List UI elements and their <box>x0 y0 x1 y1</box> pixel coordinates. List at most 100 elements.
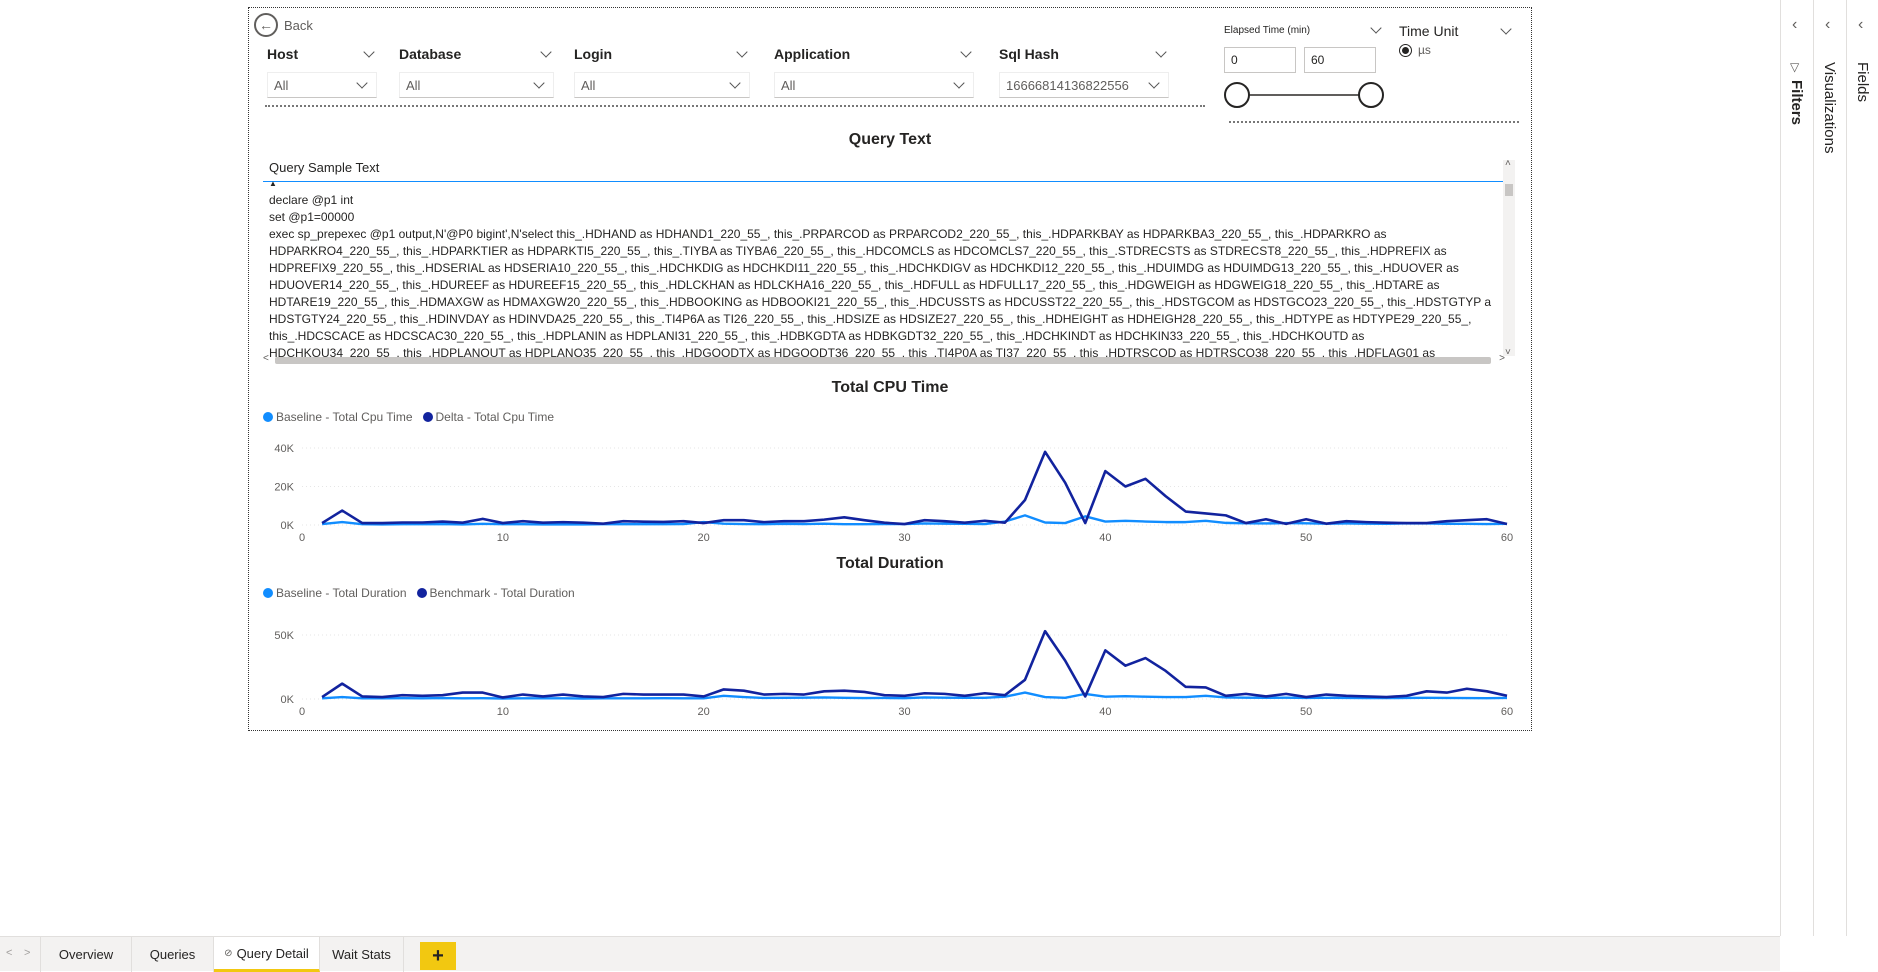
chevron-down-icon[interactable] <box>1370 22 1382 34</box>
elapsed-time-slicer[interactable]: Elapsed Time (min) 0 60 <box>1224 22 1384 108</box>
fields-pane-label[interactable]: Fields <box>1854 62 1871 102</box>
back-button[interactable]: ← Back <box>254 13 313 37</box>
cpu-chart-legend: Baseline - Total Cpu Time Delta - Total … <box>263 410 558 424</box>
query-text-body: declare @p1 int set @p1=00000 exec sp_prep… <box>269 192 1501 358</box>
x-tick-label: 0 <box>299 532 305 544</box>
tab-label: Overview <box>58 947 114 962</box>
column-header[interactable]: Query Sample Text <box>263 160 1515 182</box>
radio-selected-icon[interactable] <box>1399 43 1412 57</box>
chevron-left-icon[interactable]: ‹ <box>1858 16 1863 34</box>
legend-label: Baseline - Total Duration <box>276 586 407 600</box>
y-tick-label: 0K <box>281 694 295 706</box>
duration-chart-legend: Baseline - Total Duration Benchmark - To… <box>263 586 579 600</box>
horizontal-scrollbar[interactable] <box>275 357 1491 364</box>
elapsed-range-slider[interactable] <box>1224 82 1384 108</box>
chevron-left-icon[interactable]: ‹ <box>1792 16 1797 34</box>
chevron-down-icon[interactable] <box>540 46 552 58</box>
legend-item[interactable]: Benchmark - Total Duration <box>416 586 575 600</box>
scroll-right-icon[interactable]: > <box>1499 353 1505 364</box>
x-tick-label: 50 <box>1300 532 1312 544</box>
legend-item[interactable]: Baseline - Total Duration <box>263 586 407 600</box>
filters-pane[interactable]: ‹ ▽ Filters <box>1780 0 1813 936</box>
login-dropdown[interactable]: All <box>574 72 750 98</box>
sql-hash-dropdown[interactable]: 16666814136822556 <box>999 72 1169 98</box>
chevron-down-icon <box>1148 77 1160 89</box>
tab-overview[interactable]: Overview <box>40 937 132 972</box>
chevron-down-icon[interactable] <box>960 46 972 58</box>
elapsed-max-input[interactable]: 60 <box>1304 47 1376 73</box>
legend-label: Benchmark - Total Duration <box>429 586 575 600</box>
tab-label: Queries <box>149 947 196 962</box>
series-line <box>321 450 1508 526</box>
query-text-line: HDTARE19_220_55_, this_.HDMAXGW as HDMAX… <box>269 295 1492 309</box>
vertical-scrollbar[interactable]: ˄ ˅ <box>1503 158 1515 358</box>
chevron-left-icon[interactable]: ‹ <box>1825 16 1830 34</box>
legend-item[interactable]: Delta - Total Cpu Time <box>422 410 554 424</box>
query-text-line: this_.HDCSCACE as HDCSCAC30_220_55_, thi… <box>269 329 1365 343</box>
legend-baseline-dot <box>263 588 273 598</box>
scroll-up-icon[interactable]: ˄ <box>1505 158 1511 169</box>
x-tick-label: 20 <box>698 706 710 718</box>
chevron-down-icon[interactable] <box>1500 23 1512 35</box>
query-text-line: HDUOVER14_220_55_, this_.HDUREEF as HDUR… <box>269 278 1440 292</box>
query-text-table: Query Sample Text ▲ declare @p1 int set @… <box>263 158 1515 364</box>
legend-benchmark-dot <box>416 588 427 598</box>
tab-wait-stats[interactable]: Wait Stats <box>320 937 404 972</box>
x-tick-label: 50 <box>1300 706 1312 718</box>
host-dropdown[interactable]: All <box>267 72 377 98</box>
chevron-down-icon <box>356 77 368 89</box>
x-tick-label: 0 <box>299 706 305 718</box>
cpu-line-chart[interactable]: 0K 20K 40K 0 10 20 30 40 50 60 <box>249 428 1533 553</box>
x-tick-label: 60 <box>1501 532 1513 544</box>
filters-pane-label[interactable]: Filters <box>1788 80 1805 125</box>
tab-prev-icon[interactable]: < <box>6 947 12 959</box>
query-text-line: exec sp_prepexec @p1 output,N'@P0 bigint… <box>269 227 1387 241</box>
visualizations-pane-label[interactable]: Visualizations <box>1821 62 1838 153</box>
chevron-down-icon[interactable] <box>1155 46 1167 58</box>
chevron-down-icon[interactable] <box>736 46 748 58</box>
x-tick-label: 10 <box>497 706 509 718</box>
cpu-chart-title: Total CPU Time <box>831 379 949 396</box>
fields-pane[interactable]: ‹ Fields <box>1846 0 1878 936</box>
sort-up-icon[interactable]: ▲ <box>269 179 277 188</box>
scroll-left-icon[interactable]: < <box>263 353 269 364</box>
report-canvas: ← Back Host All Database All Login All A… <box>0 0 1780 936</box>
x-tick-label: 30 <box>898 532 910 544</box>
slicer-divider <box>1229 121 1519 123</box>
time-unit-option[interactable]: µs <box>1399 43 1514 57</box>
application-dropdown-value: All <box>781 77 796 93</box>
slider-max-handle[interactable] <box>1358 82 1384 108</box>
query-text-line: HDSTGTY24_220_55_, this_.HDINVDAY as HDI… <box>269 312 1472 326</box>
application-dropdown[interactable]: All <box>774 72 974 98</box>
tab-queries[interactable]: Queries <box>132 937 214 972</box>
sql-hash-dropdown-value: 16666814136822556 <box>1006 77 1129 93</box>
duration-line-chart[interactable]: 0K 50K 0 10 20 30 40 50 60 <box>249 613 1533 728</box>
tab-query-detail[interactable]: ⊘ Query Detail <box>214 937 320 972</box>
visualizations-pane[interactable]: ‹ Visualizations <box>1813 0 1846 936</box>
add-page-button[interactable]: + <box>420 942 456 970</box>
sql-hash-slicer[interactable]: Sql Hash 16666814136822556 <box>999 44 1169 98</box>
elapsed-min-input[interactable]: 0 <box>1224 47 1296 73</box>
tab-next-icon[interactable]: > <box>24 947 30 959</box>
slicer-divider <box>265 105 1205 107</box>
scroll-down-icon[interactable]: ˅ <box>1505 347 1511 358</box>
time-unit-slicer[interactable]: Time Unit µs <box>1399 23 1514 57</box>
database-dropdown[interactable]: All <box>399 72 554 98</box>
slider-track <box>1236 94 1372 96</box>
y-tick-label: 40K <box>274 443 294 455</box>
chevron-down-icon[interactable] <box>363 46 375 58</box>
login-slicer[interactable]: Login All <box>574 44 750 98</box>
database-slicer[interactable]: Database All <box>399 44 554 98</box>
application-slicer[interactable]: Application All <box>774 44 974 98</box>
host-dropdown-value: All <box>274 77 289 93</box>
scroll-thumb[interactable] <box>1505 184 1513 196</box>
tab-label: Query Detail <box>236 945 309 961</box>
legend-label: Baseline - Total Cpu Time <box>276 410 413 424</box>
page-tab-bar: < > Overview Queries ⊘ Query Detail Wait… <box>0 936 1780 972</box>
sql-hash-slicer-title: Sql Hash <box>999 46 1059 62</box>
host-slicer[interactable]: Host All <box>267 44 377 98</box>
y-tick-label: 20K <box>274 482 294 494</box>
legend-item[interactable]: Baseline - Total Cpu Time <box>263 410 413 424</box>
slider-min-handle[interactable] <box>1224 82 1250 108</box>
duration-chart-title: Total Duration <box>836 555 944 572</box>
